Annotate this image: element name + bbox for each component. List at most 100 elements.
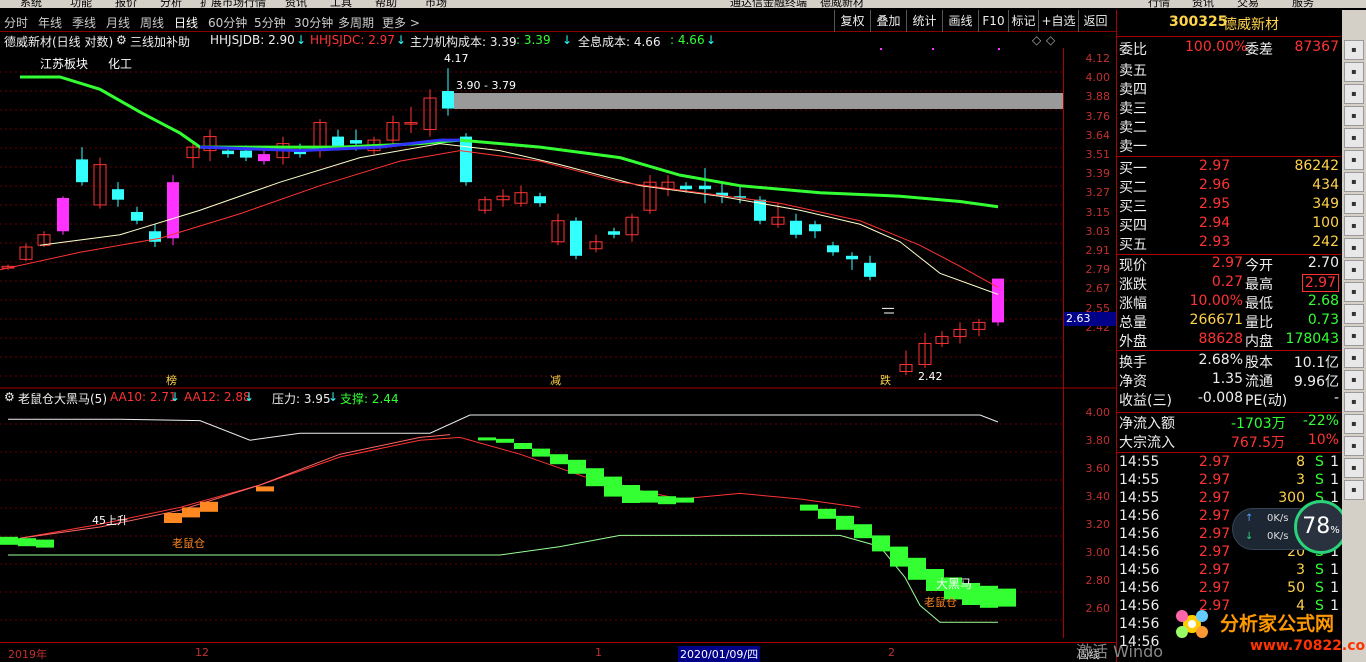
sub-settings-icon[interactable]: ⚙ [4, 390, 15, 404]
expand-icon[interactable]: ◇ [1046, 33, 1055, 47]
period-tab[interactable]: 多周期 [338, 14, 374, 31]
quote-row: 现价 2.97 今开 2.70 [1119, 255, 1341, 274]
indicator-name[interactable]: 三线加补助 [130, 33, 190, 50]
tick-count: 1 [1330, 454, 1339, 470]
toolbar-button[interactable]: 统计 [906, 10, 942, 32]
menu-item[interactable]: 市场 [425, 0, 447, 8]
menu-item[interactable]: 交易 [1237, 0, 1259, 8]
quote-value: 0.73 [1307, 312, 1339, 328]
b-icon[interactable]: ▪ [1344, 458, 1364, 478]
ma-red-line [0, 150, 999, 288]
toolbar-button[interactable]: 标记 [1008, 10, 1038, 32]
box-icon[interactable]: ▪ [1344, 414, 1364, 434]
candle-icon[interactable]: ▪ [1344, 106, 1364, 126]
chart-icon[interactable]: ▪ [1344, 40, 1364, 60]
candle-body [846, 255, 858, 260]
toolbar-button[interactable]: F10 [978, 10, 1008, 32]
ld-icon[interactable]: ▪ [1344, 172, 1364, 192]
activate-windows-text: 激活 Windo [1076, 642, 1164, 661]
collapse-icon[interactable]: ◇ [1032, 33, 1041, 47]
toolbar-button[interactable]: 复权 [834, 10, 870, 32]
period-tab[interactable]: 年线 [38, 14, 62, 31]
period-tab[interactable]: 周线 [140, 14, 164, 31]
fz-icon[interactable]: ▪ [1344, 216, 1364, 236]
zoom-icon[interactable]: ▪ [1344, 370, 1364, 390]
hhjsjdc-value: HHJSJDC: 2.97 [310, 33, 395, 47]
menu-item[interactable]: 报价 [115, 0, 137, 8]
horse-label: 大黑马 [936, 577, 972, 591]
axis-tick-label: 3.64 [1085, 128, 1111, 142]
menu-item[interactable]: 行情 [1148, 0, 1170, 8]
menu-item[interactable]: 扩展市场行情 [200, 0, 266, 8]
quote-value: 10.00% [1189, 293, 1243, 309]
tick-time: 14:56 [1119, 616, 1160, 632]
fund-label: PE(动) [1245, 393, 1288, 409]
candle-body [258, 154, 270, 162]
resistance-band [454, 93, 1063, 109]
quote-label: 外盘 [1119, 334, 1147, 350]
toolbar-button[interactable]: 返回 [1078, 10, 1112, 32]
tick-price: 2.97 [1199, 508, 1231, 524]
f2-icon[interactable]: ▪ [1344, 194, 1364, 214]
tick-time: 14:56 [1119, 562, 1160, 578]
arrow-down-icon: ↓ [170, 390, 181, 404]
tick-price: 2.97 [1199, 472, 1231, 488]
period-tab[interactable]: 日线 [174, 14, 198, 31]
menu-item[interactable]: 德威新材 [820, 0, 864, 8]
sp-icon[interactable]: ▪ [1344, 348, 1364, 368]
bid-row: 买二 2.96 434 [1119, 177, 1341, 196]
grid-icon[interactable]: ▪ [1344, 128, 1364, 148]
toolbar-button[interactable]: 画线 [942, 10, 978, 32]
bar-icon[interactable]: ▪ [1344, 84, 1364, 104]
band-block [818, 508, 836, 519]
marker-dot [880, 48, 882, 50]
tick-time: 14:55 [1119, 454, 1160, 470]
f-icon[interactable]: ▪ [1344, 436, 1364, 456]
settings-icon[interactable]: ⚙ [116, 33, 127, 47]
support-line [8, 534, 998, 623]
menu-item[interactable]: 服务 [1292, 0, 1314, 8]
menu-item[interactable]: 工具 [330, 0, 352, 8]
arrow-icon[interactable]: ▪ [1344, 392, 1364, 412]
flow-pct: 10% [1307, 432, 1339, 448]
menu-item[interactable]: 资讯 [1192, 0, 1214, 8]
period-tab[interactable]: 更多 > [382, 14, 420, 31]
k-icon[interactable]: ▪ [1344, 150, 1364, 170]
quote-row: 涨跌 0.27 最高 2.97 [1119, 274, 1341, 293]
period-tab[interactable]: 60分钟 [208, 14, 247, 31]
toolbar-button[interactable]: +自选 [1038, 10, 1078, 32]
sub-indicator-name[interactable]: 老鼠仓大黑马(5) [18, 390, 107, 407]
tick-row: 14:55 2.97 8 S 1 [1119, 454, 1341, 473]
period-tab[interactable]: 季线 [72, 14, 96, 31]
menu-item[interactable]: 功能 [70, 0, 92, 8]
bid-volume: 349 [1312, 196, 1339, 212]
date-tick-label: 1 [595, 646, 602, 659]
period-tab[interactable]: 月线 [106, 14, 130, 31]
cpu-gauge[interactable]: 78% [1294, 500, 1348, 554]
quote-label: 总量 [1119, 315, 1147, 331]
rsi-icon[interactable]: ▪ [1344, 326, 1364, 346]
period-tab[interactable]: 分时 [4, 14, 28, 31]
period-tab[interactable]: 30分钟 [294, 14, 333, 31]
period-tab[interactable]: 5分钟 [254, 14, 286, 31]
menu-item[interactable]: 分析 [160, 0, 182, 8]
menu-item[interactable]: 系统 [20, 0, 42, 8]
menu-item[interactable]: 帮助 [375, 0, 397, 8]
line-icon[interactable]: ▪ [1344, 62, 1364, 82]
f3-icon[interactable]: ▪ [1344, 238, 1364, 258]
gauge-value: 78 [1302, 514, 1331, 539]
tick-count: 1 [1330, 472, 1339, 488]
toolbar-button[interactable]: 叠加 [870, 10, 906, 32]
wave-icon[interactable]: ▪ [1344, 304, 1364, 324]
band-block [836, 515, 854, 530]
menu-item[interactable]: 通达信金融终端 [730, 0, 807, 8]
quote-value: 266671 [1189, 312, 1243, 328]
fn-icon[interactable]: ▪ [1344, 260, 1364, 280]
band-block [640, 490, 658, 503]
band-block [550, 454, 568, 465]
c-icon[interactable]: ▪ [1344, 480, 1364, 500]
flow-pct: -22% [1302, 413, 1339, 429]
f10-icon[interactable]: ▪ [1344, 282, 1364, 302]
kline-chart[interactable]: 江苏板块 化工 4.173.90 - 3.792.42榜减跌45上升老鼠仓大黑马老鼠… [0, 32, 1116, 650]
menu-item[interactable]: 资讯 [285, 0, 307, 8]
